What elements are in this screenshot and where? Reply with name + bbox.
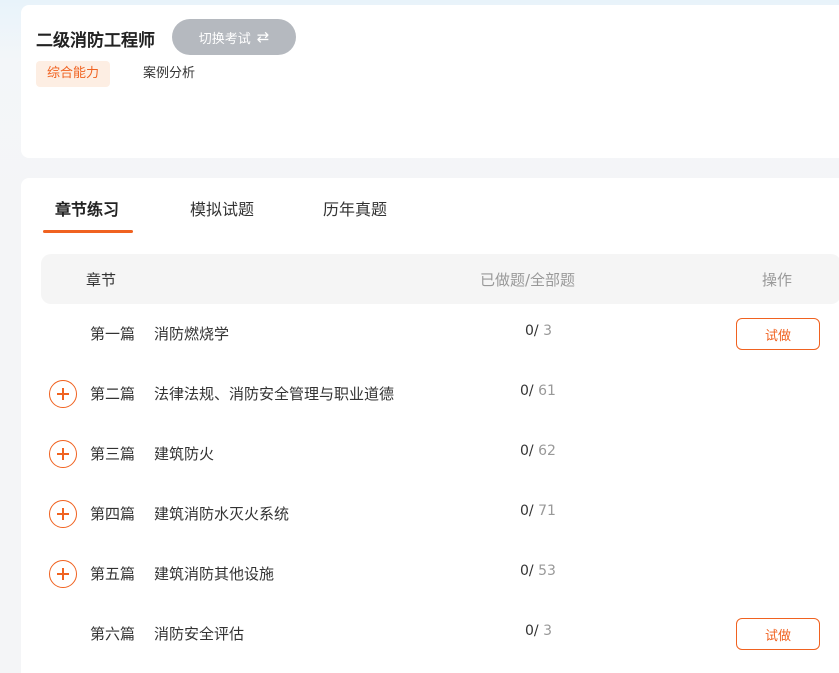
column-header-count: 已做题/全部题 bbox=[480, 271, 576, 289]
done-count: 0/ bbox=[525, 623, 539, 639]
progress-count: 0/ 61 bbox=[520, 383, 556, 399]
table-row: 第三篇 建筑防火 0/ 62 bbox=[41, 424, 839, 484]
chapter-name: 消防安全评估 bbox=[154, 625, 245, 643]
subject-tab-comprehensive[interactable]: 综合能力 bbox=[36, 61, 111, 87]
done-count: 0/ bbox=[520, 563, 534, 579]
tab-chapter-practice[interactable]: 章节练习 bbox=[55, 196, 119, 220]
progress-count: 0/ 71 bbox=[520, 503, 556, 519]
column-header-action: 操作 bbox=[762, 271, 793, 289]
tab-past-exams[interactable]: 历年真题 bbox=[323, 196, 387, 220]
table-row: 第二篇 法律法规、消防安全管理与职业道德 0/ 61 bbox=[41, 364, 839, 424]
expand-plus-icon[interactable] bbox=[49, 440, 77, 468]
practice-card: 章节练习 模拟试题 历年真题 章节 已做题/全部题 操作 第一篇 消防燃烧学 0… bbox=[21, 178, 839, 673]
total-count: 62 bbox=[538, 443, 556, 459]
chapter-number: 第二篇 bbox=[90, 385, 136, 403]
expand-plus-icon[interactable] bbox=[49, 560, 77, 588]
total-count: 3 bbox=[543, 623, 552, 639]
active-tab-indicator bbox=[43, 230, 133, 233]
total-count: 61 bbox=[538, 383, 556, 399]
total-count: 3 bbox=[543, 323, 552, 339]
swap-arrows-icon: ⇄ bbox=[256, 27, 270, 46]
progress-count: 0/ 3 bbox=[525, 323, 552, 339]
chapter-number: 第一篇 bbox=[90, 325, 136, 343]
column-header-chapter: 章节 bbox=[86, 271, 117, 289]
chapter-name: 建筑防火 bbox=[154, 445, 215, 463]
chapter-name: 消防燃烧学 bbox=[154, 325, 230, 343]
chapter-number: 第三篇 bbox=[90, 445, 136, 463]
expand-plus-icon[interactable] bbox=[49, 380, 77, 408]
table-row: 第六篇 消防安全评估 0/ 3 试做 bbox=[41, 604, 839, 664]
total-count: 53 bbox=[538, 563, 556, 579]
done-count: 0/ bbox=[525, 323, 539, 339]
total-count: 71 bbox=[538, 503, 556, 519]
table-row: 第四篇 建筑消防水灭火系统 0/ 71 bbox=[41, 484, 839, 544]
table-row: 第五篇 建筑消防其他设施 0/ 53 bbox=[41, 544, 839, 604]
progress-count: 0/ 53 bbox=[520, 563, 556, 579]
chapter-name: 建筑消防水灭火系统 bbox=[154, 505, 290, 523]
try-button[interactable]: 试做 bbox=[736, 318, 820, 350]
done-count: 0/ bbox=[520, 383, 534, 399]
chapter-name: 法律法规、消防安全管理与职业道德 bbox=[154, 385, 395, 403]
tab-mock-exam[interactable]: 模拟试题 bbox=[190, 196, 254, 220]
exam-header-card: 二级消防工程师 切换考试 ⇄ 综合能力 案例分析 bbox=[21, 5, 839, 158]
expand-plus-icon[interactable] bbox=[49, 500, 77, 528]
chapter-name: 建筑消防其他设施 bbox=[154, 565, 275, 583]
chapter-number: 第六篇 bbox=[90, 625, 136, 643]
progress-count: 0/ 3 bbox=[525, 623, 552, 639]
done-count: 0/ bbox=[520, 443, 534, 459]
chapter-number: 第五篇 bbox=[90, 565, 136, 583]
table-row: 第一篇 消防燃烧学 0/ 3 试做 bbox=[41, 304, 839, 364]
progress-count: 0/ 62 bbox=[520, 443, 556, 459]
switch-exam-button[interactable]: 切换考试 ⇄ bbox=[172, 19, 296, 55]
subject-tab-case-analysis[interactable]: 案例分析 bbox=[132, 61, 206, 87]
exam-title: 二级消防工程师 bbox=[36, 31, 155, 51]
chapter-number: 第四篇 bbox=[90, 505, 136, 523]
table-header: 章节 已做题/全部题 操作 bbox=[41, 254, 839, 304]
done-count: 0/ bbox=[520, 503, 534, 519]
switch-exam-label: 切换考试 bbox=[198, 31, 251, 47]
try-button[interactable]: 试做 bbox=[736, 618, 820, 650]
